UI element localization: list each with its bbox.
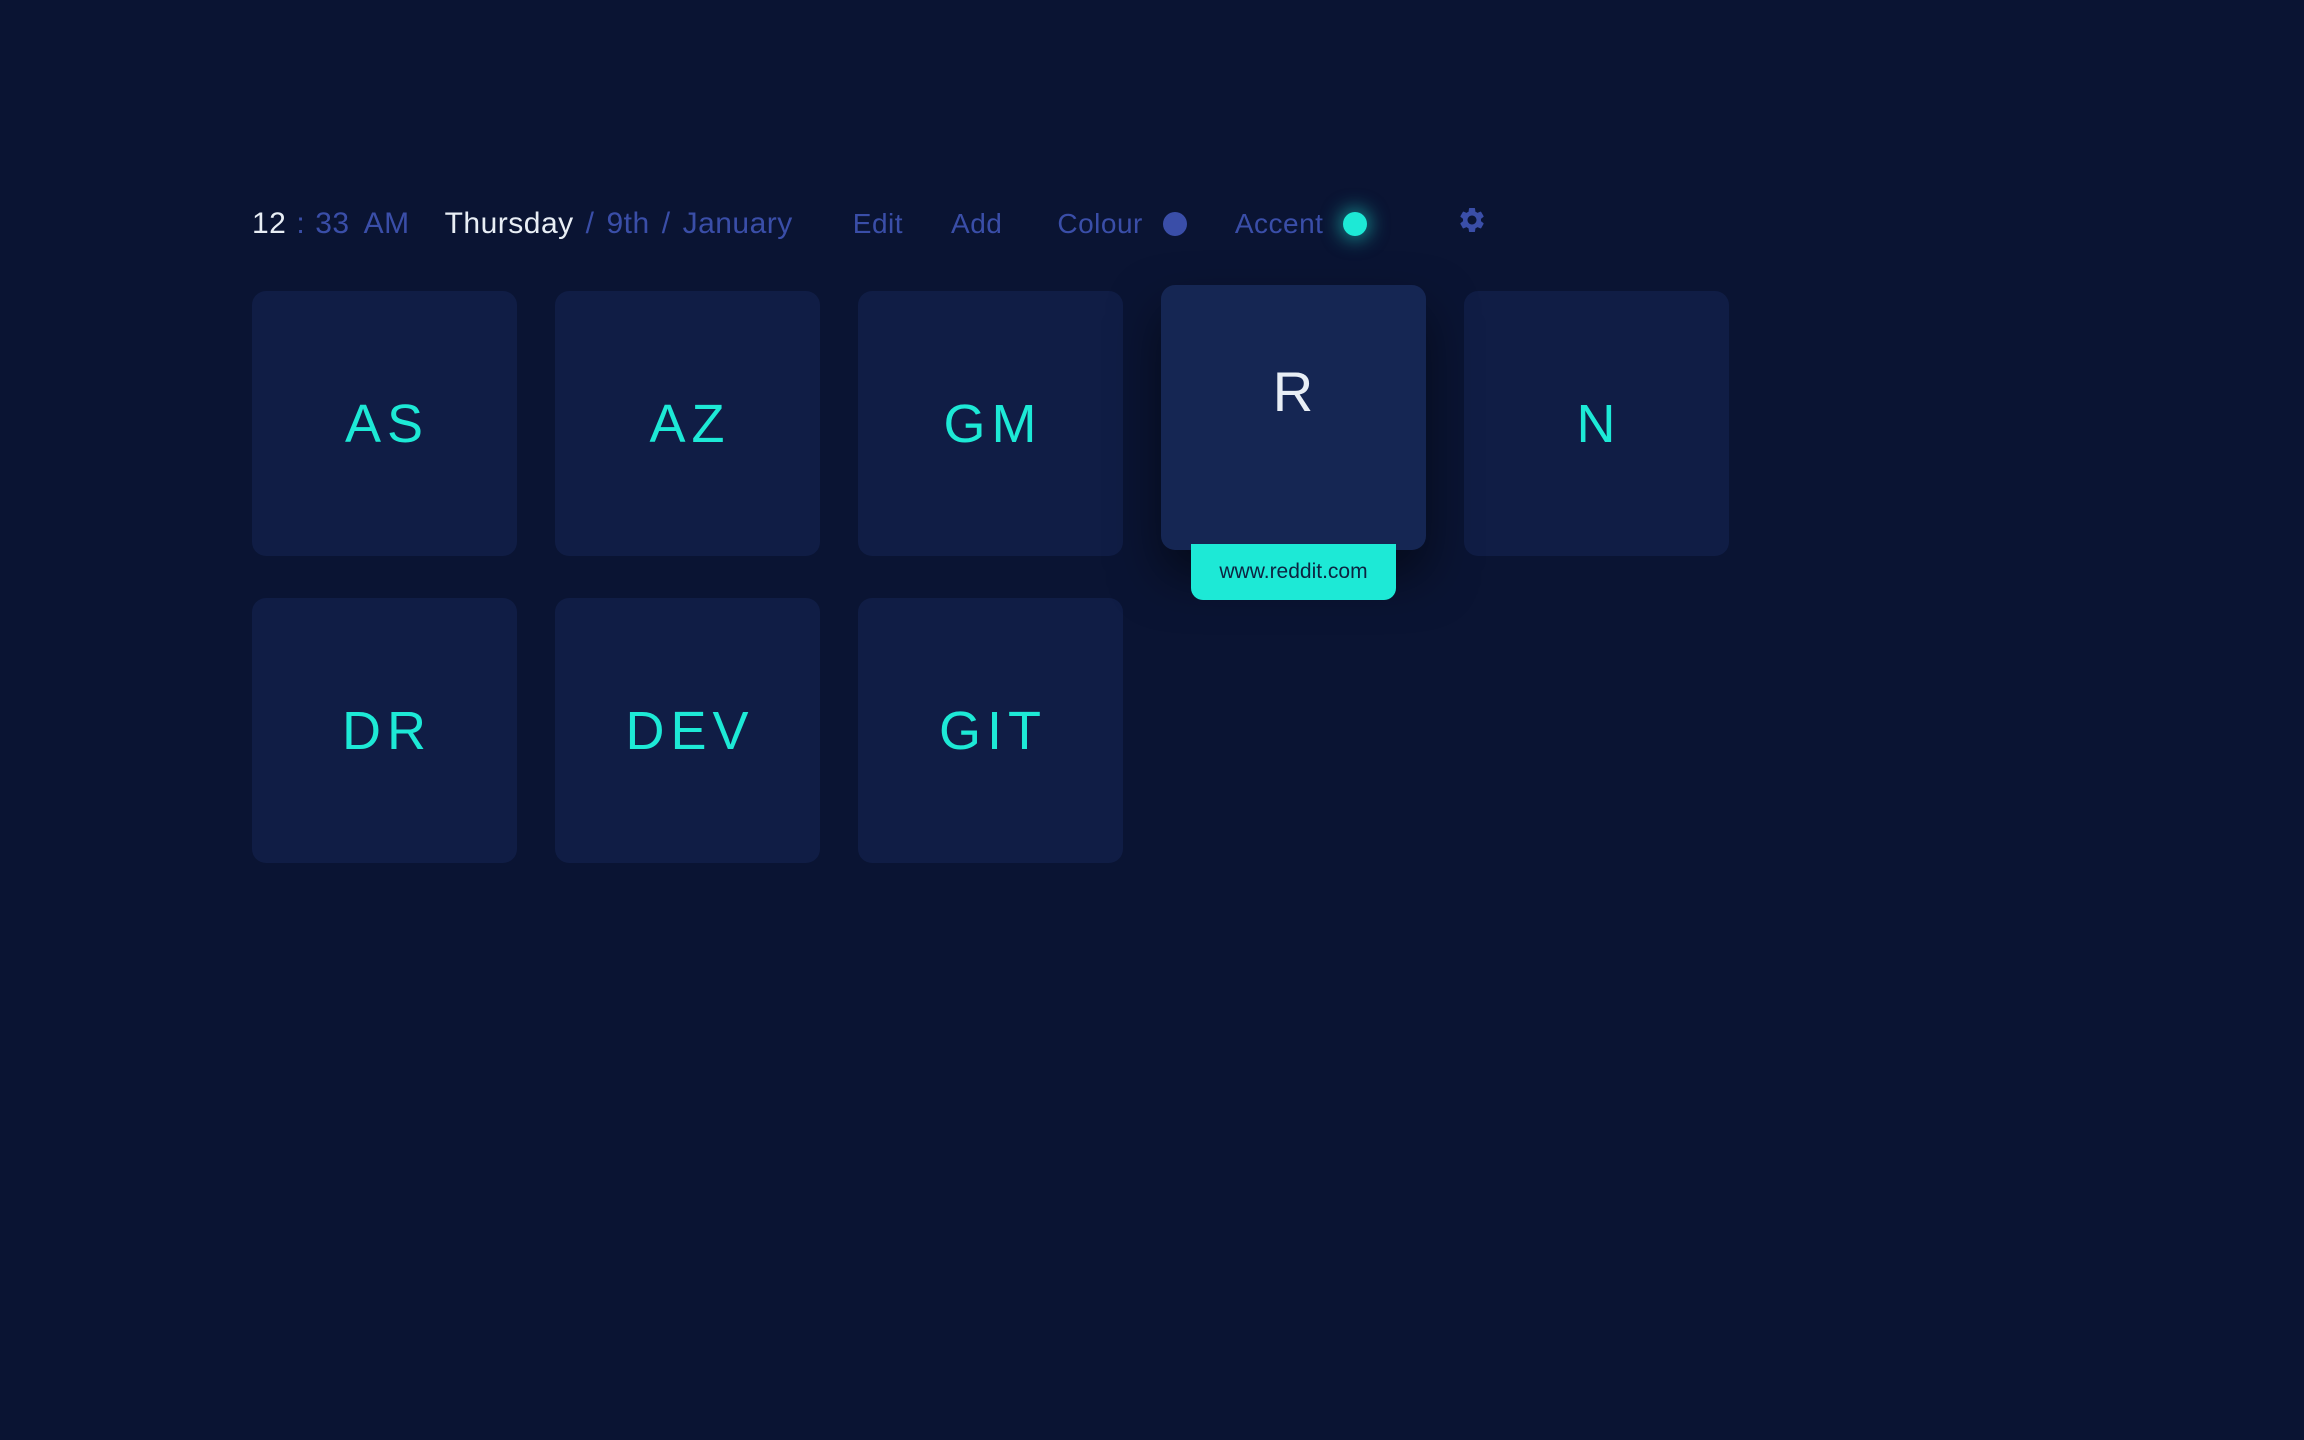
bookmark-tile-label: DEV: [625, 700, 754, 762]
add-button[interactable]: Add: [951, 208, 1002, 240]
color-controls: Colour Accent: [1057, 208, 1367, 240]
bookmark-tile[interactable]: DR: [252, 598, 517, 863]
bookmark-tile-label: GM: [944, 393, 1043, 455]
header-bar: 12 : 33 AM Thursday / 9th / January Edit…: [252, 205, 2052, 243]
date-month: January: [683, 207, 793, 241]
bookmark-tile-label: AS: [345, 393, 429, 455]
date-num: 9th: [607, 207, 650, 241]
bookmark-tile[interactable]: DEV: [555, 598, 820, 863]
bookmark-tile[interactable]: GM: [858, 291, 1123, 556]
colour-swatch-icon: [1163, 212, 1187, 236]
bookmark-tile-label: DR: [342, 700, 432, 762]
bookmark-grid: AS AZ GM Rwww.reddit.com N DR DEV GIT: [252, 291, 2052, 863]
date-sep: /: [662, 207, 671, 241]
accent-label: Accent: [1235, 208, 1324, 240]
clock-separator: :: [296, 207, 305, 241]
bookmark-tile[interactable]: Rwww.reddit.com: [1161, 285, 1426, 550]
bookmark-tile[interactable]: N: [1464, 291, 1729, 556]
bookmark-tile-label: N: [1577, 393, 1622, 455]
clock-ampm: AM: [364, 207, 410, 241]
bookmark-tile[interactable]: GIT: [858, 598, 1123, 863]
date: Thursday / 9th / January: [445, 207, 793, 241]
bookmark-tile[interactable]: AZ: [555, 291, 820, 556]
settings-button[interactable]: [1457, 205, 1487, 243]
clock-minute: 33: [315, 207, 349, 241]
accent-swatch-icon: [1343, 212, 1367, 236]
date-dayname: Thursday: [445, 207, 574, 241]
clock: 12 : 33 AM: [252, 207, 410, 241]
gear-icon: [1457, 205, 1487, 243]
clock-hour: 12: [252, 207, 286, 241]
colour-picker[interactable]: Colour: [1057, 208, 1186, 240]
accent-picker[interactable]: Accent: [1235, 208, 1368, 240]
bookmark-tile-label: R: [1273, 359, 1319, 424]
action-links: Edit Add: [853, 208, 1003, 240]
bookmark-tile-label: AZ: [649, 393, 730, 455]
edit-button[interactable]: Edit: [853, 208, 903, 240]
bookmark-tile-label: GIT: [939, 700, 1047, 762]
bookmark-tile-url: www.reddit.com: [1191, 544, 1396, 600]
date-sep: /: [586, 207, 595, 241]
colour-label: Colour: [1057, 208, 1142, 240]
bookmark-tile[interactable]: AS: [252, 291, 517, 556]
